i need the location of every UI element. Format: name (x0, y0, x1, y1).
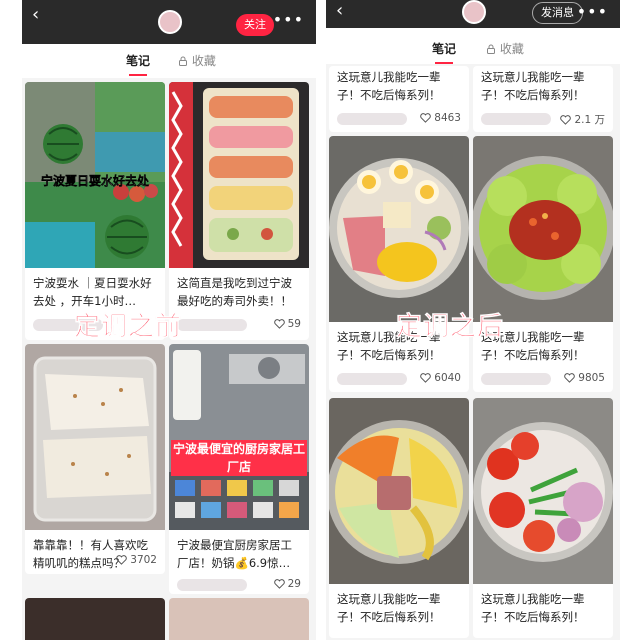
like-count-value: 59 (287, 318, 301, 330)
like-count[interactable]: 3702 (116, 554, 157, 566)
back-icon[interactable]: ‹ (32, 6, 39, 24)
note-meta: 2.1 万 (481, 112, 605, 126)
note-card[interactable]: 这玩意儿我能吃一辈子！不吃后悔系列！ (329, 398, 469, 638)
lock-icon (179, 56, 187, 66)
author-info (481, 373, 551, 385)
note-card[interactable]: 靠靠靠！！有人喜欢吃精叽叽的糕点吗？ 3702 (25, 344, 165, 574)
note-meta: 6040 (337, 372, 461, 386)
tab-bar: 笔记 收藏 (22, 44, 316, 78)
note-image (473, 398, 613, 584)
note-title: 宁波最便宜厨房家居工厂店！奶锅💰6.9惊… (177, 538, 292, 570)
tab-notes[interactable]: 笔记 (126, 52, 151, 76)
note-card[interactable]: 宁波夏日耍水好去处 宁波耍水 ｜夏日耍水好去处 ，开车1小时… (25, 82, 165, 340)
author-info (337, 373, 407, 385)
note-meta: 59 (177, 318, 301, 332)
tab-notes-label: 笔记 (126, 54, 151, 68)
like-count-value: 6040 (434, 372, 461, 384)
note-image (25, 344, 165, 530)
note-title: 这玩意儿我能吃一辈子！不吃后悔系列！ (481, 592, 585, 624)
tab-favorites[interactable]: 收藏 (178, 52, 216, 69)
more-icon[interactable]: ••• (577, 2, 608, 21)
note-title: 宁波耍水 ｜夏日耍水好去处 ，开车1小时… (33, 276, 152, 308)
top-bar: ‹ 发消息 ••• (326, 0, 620, 28)
note-meta: 29 (177, 578, 301, 592)
note-card[interactable]: 这玩意儿我能吃一辈子！不吃后悔系列！ 9805 (473, 136, 613, 392)
like-count[interactable]: 2.1 万 (560, 112, 605, 127)
note-image (473, 136, 613, 322)
author-info (337, 113, 407, 125)
avatar[interactable] (158, 10, 182, 34)
author-info (177, 579, 247, 591)
avatar[interactable] (462, 0, 486, 24)
note-card[interactable]: 这玩意儿我能吃一辈子！不吃后悔系列！ 6040 (329, 136, 469, 392)
like-count[interactable]: 8463 (420, 112, 461, 124)
tab-bar: 笔记 收藏 (326, 28, 620, 64)
like-count[interactable]: 29 (273, 578, 301, 590)
note-card[interactable]: 这玩意儿我能吃一辈子！不吃后悔系列！ 2.1 万 (473, 66, 613, 132)
image-caption: 宁波最便宜的厨房家居工厂店 (171, 440, 307, 476)
note-title: 这玩意儿我能吃一辈子！不吃后悔系列！ (337, 592, 441, 624)
right-phone-screen: ‹ 发消息 ••• 笔记 收藏 这玩意儿我能吃一辈子！不吃后悔系列！ 8463 (326, 0, 620, 640)
like-count-value: 2.1 万 (574, 114, 605, 126)
left-phone-screen: ‹ 关注 ••• 笔记 收藏 宁波夏日耍水好去处 宁波耍水 ｜夏日耍水好去处 ，… (22, 0, 316, 640)
like-count-value: 3702 (130, 554, 157, 566)
note-card[interactable]: 这玩意儿我能吃一辈子！不吃后悔系列！ 8463 (329, 66, 469, 132)
follow-button[interactable]: 关注 (236, 14, 274, 36)
image-caption: 宁波夏日耍水好去处 (40, 174, 149, 188)
note-image (169, 344, 309, 530)
tab-notes-label: 笔记 (432, 42, 457, 56)
note-card[interactable] (25, 598, 165, 640)
note-image (169, 82, 309, 268)
tab-notes[interactable]: 笔记 (432, 40, 457, 64)
note-title: 这简直是我吃到过宁波最好吃的寿司外卖！！ (177, 276, 292, 308)
author-info (177, 319, 247, 331)
overlay-label-after: 定调之后 (396, 312, 505, 343)
note-title: 这玩意儿我能吃一辈子！不吃后悔系列！ (481, 70, 585, 102)
lock-icon (487, 44, 495, 54)
note-card[interactable] (169, 598, 309, 640)
like-count[interactable]: 9805 (564, 372, 605, 384)
like-count[interactable]: 59 (273, 318, 301, 330)
author-info (481, 113, 551, 125)
tab-favorites[interactable]: 收藏 (486, 40, 524, 57)
top-bar: ‹ 关注 ••• (22, 0, 316, 44)
heart-icon (116, 555, 128, 565)
heart-icon (560, 114, 572, 125)
back-icon[interactable]: ‹ (336, 2, 343, 20)
active-tab-indicator (435, 62, 454, 64)
heart-icon (420, 113, 432, 123)
heart-icon (564, 373, 576, 383)
like-count-value: 8463 (434, 112, 461, 124)
note-meta: 3702 (87, 554, 157, 568)
like-count-value: 29 (287, 578, 301, 590)
note-meta: 8463 (337, 112, 461, 126)
note-meta: 9805 (481, 372, 605, 386)
note-card[interactable]: 这简直是我吃到过宁波最好吃的寿司外卖！！ 59 (169, 82, 309, 340)
note-image (329, 136, 469, 322)
like-count[interactable]: 6040 (420, 372, 461, 384)
note-card[interactable]: 宁波最便宜的厨房家居工厂店 宁波最便宜厨房家居工厂店！奶锅💰6.9惊… 29 (169, 344, 309, 594)
tab-favorites-label: 收藏 (191, 54, 216, 68)
heart-icon (273, 319, 285, 329)
note-title: 这玩意儿我能吃一辈子！不吃后悔系列！ (337, 70, 441, 102)
like-count-value: 9805 (578, 372, 605, 384)
more-icon[interactable]: ••• (273, 10, 304, 29)
overlay-label-before: 定调之前 (74, 312, 183, 343)
note-image (329, 398, 469, 584)
note-card[interactable]: 这玩意儿我能吃一辈子！不吃后悔系列！ (473, 398, 613, 638)
message-button[interactable]: 发消息 (532, 2, 583, 24)
heart-icon (420, 373, 432, 383)
active-tab-indicator (129, 74, 148, 76)
heart-icon (273, 579, 285, 589)
tab-favorites-label: 收藏 (499, 42, 524, 56)
